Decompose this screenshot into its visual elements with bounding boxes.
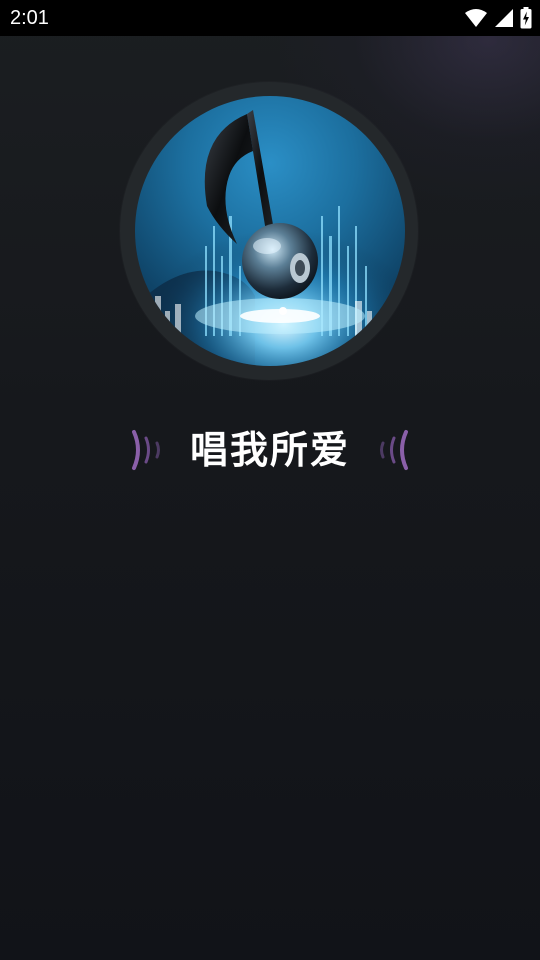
battery-charging-icon: [520, 7, 532, 29]
sound-wave-right-icon: [372, 428, 412, 476]
status-icons: [464, 7, 532, 29]
app-title: 唱我所爱: [189, 428, 350, 472]
wifi-icon: [464, 8, 488, 28]
sound-wave-left-icon: [128, 428, 168, 476]
app-title-row: 唱我所爱: [0, 420, 540, 480]
cellular-signal-icon: [494, 8, 514, 28]
music-note-artwork: [135, 96, 405, 366]
status-time: 2:01: [10, 7, 49, 29]
status-bar: 2:01: [0, 0, 540, 36]
